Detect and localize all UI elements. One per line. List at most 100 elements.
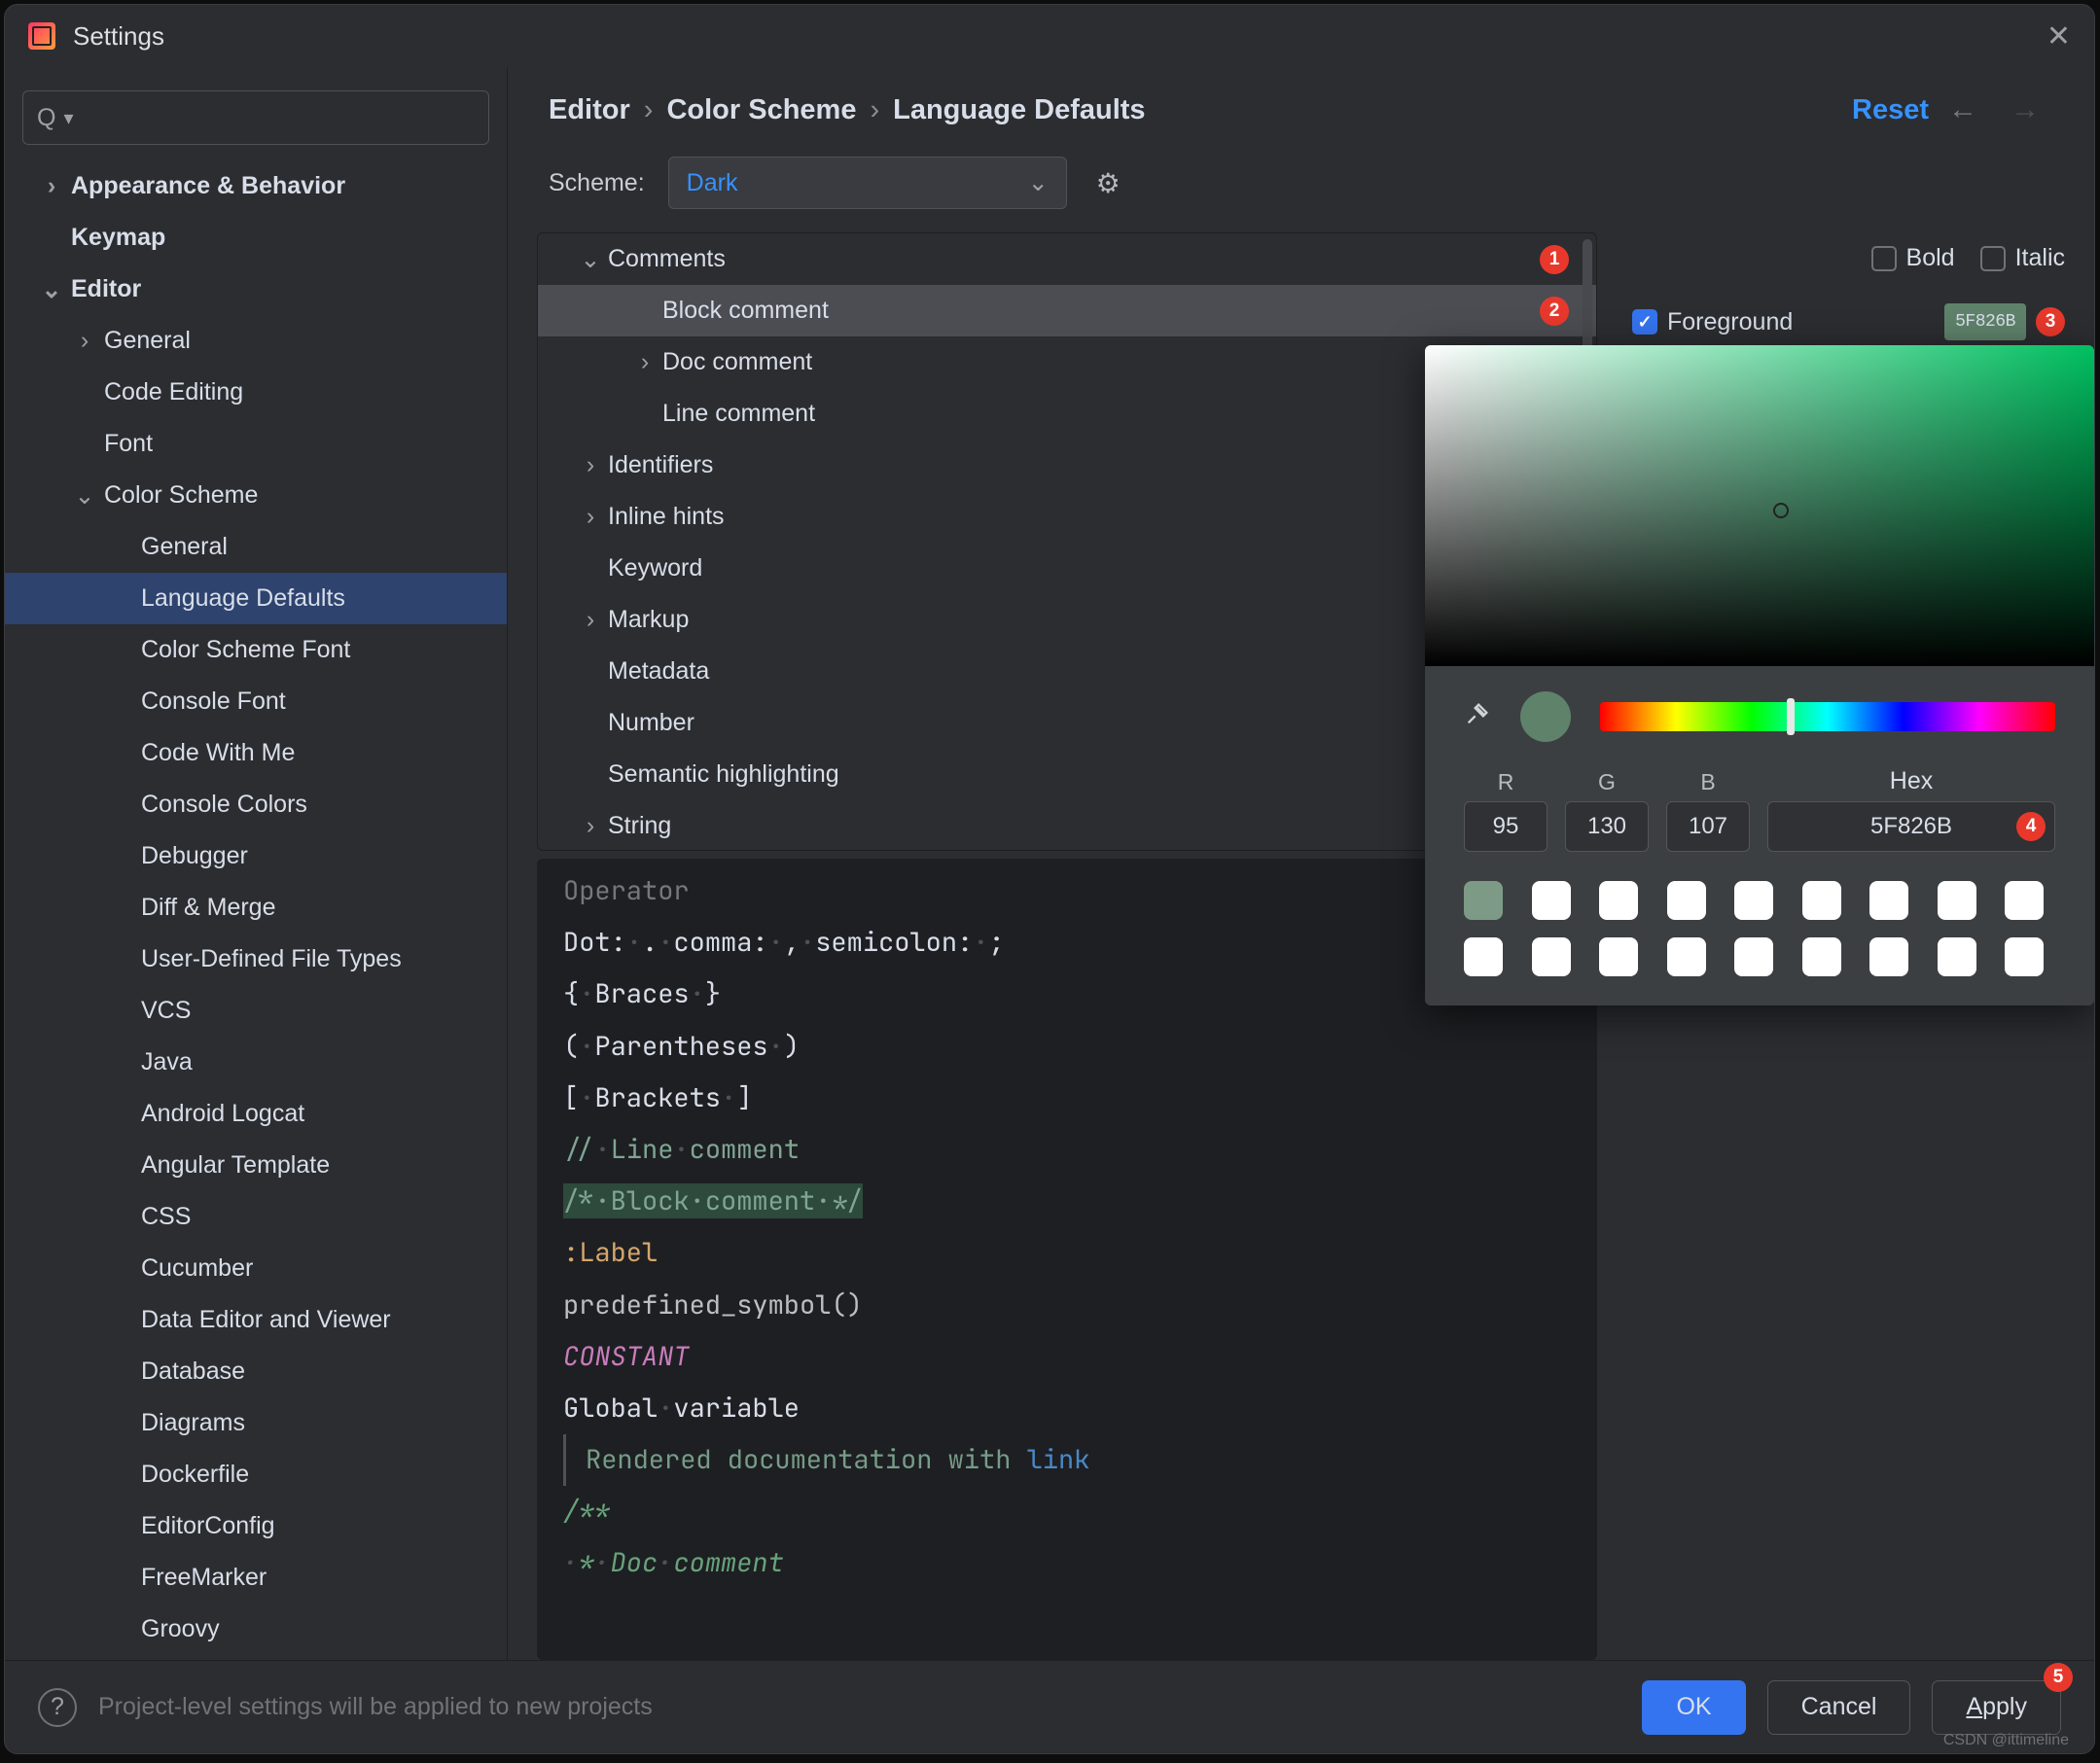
nav-cs-diff-merge[interactable]: Diff & Merge [5, 882, 507, 934]
preset-swatch[interactable] [1734, 937, 1773, 976]
foreground-checkbox[interactable]: Foreground [1632, 308, 1793, 336]
foreground-swatch[interactable]: 5F826B [1944, 303, 2026, 340]
annotation-badge: 3 [2036, 307, 2065, 336]
titlebar: Settings ✕ [5, 5, 2094, 67]
italic-checkbox[interactable]: Italic [1980, 244, 2065, 272]
preset-swatch[interactable] [1667, 937, 1706, 976]
nav-cs-android-logcat[interactable]: Android Logcat [5, 1088, 507, 1140]
chevron-right-icon: › [573, 812, 608, 840]
hue-slider[interactable] [1600, 702, 2055, 731]
preset-swatch[interactable] [1532, 881, 1571, 920]
preset-swatch[interactable] [1802, 881, 1841, 920]
cat-comments[interactable]: ⌄Comments1 [538, 233, 1596, 285]
nav-cs-java[interactable]: Java [5, 1037, 507, 1088]
nav-cs-dockerfile[interactable]: Dockerfile [5, 1449, 507, 1500]
preset-swatch[interactable] [1667, 881, 1706, 920]
preset-swatch[interactable] [2005, 881, 2044, 920]
nav-cs-color-scheme-font[interactable]: Color Scheme Font [5, 624, 507, 676]
preset-swatch[interactable] [1802, 937, 1841, 976]
nav-cs-freemarker[interactable]: FreeMarker [5, 1552, 507, 1604]
nav-cs-console-font[interactable]: Console Font [5, 676, 507, 727]
forward-icon: → [1997, 93, 2053, 126]
settings-window: Settings ✕ Q▾ ›Appearance & Behavior Key… [4, 4, 2095, 1754]
properties-panel: Bold Italic Foreground 5F826B 3 [1597, 232, 2094, 1660]
search-input[interactable]: Q▾ [22, 90, 489, 145]
annotation-badge: 5 [2044, 1663, 2073, 1692]
ok-button[interactable]: OK [1642, 1680, 1745, 1735]
preset-swatch[interactable] [1734, 881, 1773, 920]
close-icon[interactable]: ✕ [2047, 19, 2071, 53]
nav-cs-css[interactable]: CSS [5, 1191, 507, 1243]
eyedropper-icon[interactable] [1464, 700, 1491, 734]
annotation-badge: 2 [1540, 297, 1569, 326]
nav-cs-console-colors[interactable]: Console Colors [5, 779, 507, 830]
preset-swatch[interactable] [1464, 937, 1503, 976]
nav-cs-diagrams[interactable]: Diagrams [5, 1397, 507, 1449]
crumb-color-scheme[interactable]: Color Scheme [666, 94, 856, 126]
r-input[interactable] [1464, 801, 1548, 852]
chevron-right-icon: › [573, 606, 608, 634]
chevron-right-icon: › [573, 451, 608, 479]
preset-swatch[interactable] [1599, 881, 1638, 920]
preset-swatches [1425, 873, 2094, 1005]
preset-swatch[interactable] [1869, 881, 1908, 920]
nav-color-scheme[interactable]: ⌄Color Scheme [5, 470, 507, 521]
preset-swatch[interactable] [2005, 937, 2044, 976]
footer: ? Project-level settings will be applied… [5, 1660, 2094, 1753]
scheme-select[interactable]: Dark ⌄ [668, 157, 1067, 209]
annotation-badge: 4 [2016, 812, 2046, 841]
nav-cs-debugger[interactable]: Debugger [5, 830, 507, 882]
nav-general[interactable]: ›General [5, 315, 507, 367]
nav-cs-data-editor-and-viewer[interactable]: Data Editor and Viewer [5, 1294, 507, 1346]
hue-thumb[interactable] [1787, 698, 1795, 735]
hex-input[interactable] [1767, 801, 2055, 852]
g-input[interactable] [1565, 801, 1649, 852]
sv-cursor[interactable] [1773, 503, 1789, 518]
nav-cs-groovy[interactable]: Groovy [5, 1604, 507, 1655]
sv-plane[interactable] [1425, 345, 2094, 666]
cancel-button[interactable]: Cancel [1767, 1680, 1911, 1735]
window-title: Settings [73, 21, 164, 52]
nav-cs-angular-template[interactable]: Angular Template [5, 1140, 507, 1191]
preset-swatch[interactable] [1938, 881, 1976, 920]
nav-cs-editorconfig[interactable]: EditorConfig [5, 1500, 507, 1552]
preset-swatch[interactable] [1532, 937, 1571, 976]
preset-swatch[interactable] [1464, 881, 1503, 920]
nav-cs-language-defaults[interactable]: Language Defaults [5, 573, 507, 624]
nav-cs-general[interactable]: General [5, 521, 507, 573]
annotation-badge: 1 [1540, 245, 1569, 274]
help-icon[interactable]: ? [38, 1688, 77, 1727]
bold-checkbox[interactable]: Bold [1871, 244, 1955, 272]
nav-tree: ›Appearance & Behavior Keymap ⌄Editor ›G… [5, 160, 507, 1660]
preset-swatch[interactable] [1599, 937, 1638, 976]
color-picker: R G B Hex 4 [1425, 345, 2094, 1005]
chevron-right-icon: › [573, 503, 608, 531]
preset-swatch[interactable] [1938, 937, 1976, 976]
nav-appearance[interactable]: ›Appearance & Behavior [5, 160, 507, 212]
nav-font[interactable]: Font [5, 418, 507, 470]
chevron-down-icon: ⌄ [32, 275, 71, 304]
nav-cs-user-defined-file-types[interactable]: User-Defined File Types [5, 934, 507, 985]
nav-cs-code-with-me[interactable]: Code With Me [5, 727, 507, 779]
apply-button[interactable]: Apply [1932, 1680, 2061, 1735]
breadcrumb: Editor › Color Scheme › Language Default… [508, 67, 2094, 153]
b-input[interactable] [1666, 801, 1750, 852]
preset-swatch[interactable] [1869, 937, 1908, 976]
chevron-right-icon: › [636, 94, 661, 126]
reset-link[interactable]: Reset [1852, 94, 1929, 126]
cat-block-comment[interactable]: Block comment2 [538, 285, 1596, 336]
gear-icon[interactable]: ⚙ [1090, 167, 1126, 199]
nav-cs-vcs[interactable]: VCS [5, 985, 507, 1037]
crumb-editor[interactable]: Editor [549, 94, 630, 126]
nav-cs-cucumber[interactable]: Cucumber [5, 1243, 507, 1294]
app-icon [28, 22, 55, 50]
footer-hint: Project-level settings will be applied t… [98, 1693, 653, 1721]
nav-editor[interactable]: ⌄Editor [5, 264, 507, 315]
chevron-right-icon: › [627, 348, 662, 376]
nav-keymap[interactable]: Keymap [5, 212, 507, 264]
chevron-right-icon: › [65, 327, 104, 355]
back-icon[interactable]: ← [1935, 93, 1991, 126]
nav-cs-database[interactable]: Database [5, 1346, 507, 1397]
chevron-down-icon: ⌄ [1028, 168, 1049, 197]
nav-code-editing[interactable]: Code Editing [5, 367, 507, 418]
